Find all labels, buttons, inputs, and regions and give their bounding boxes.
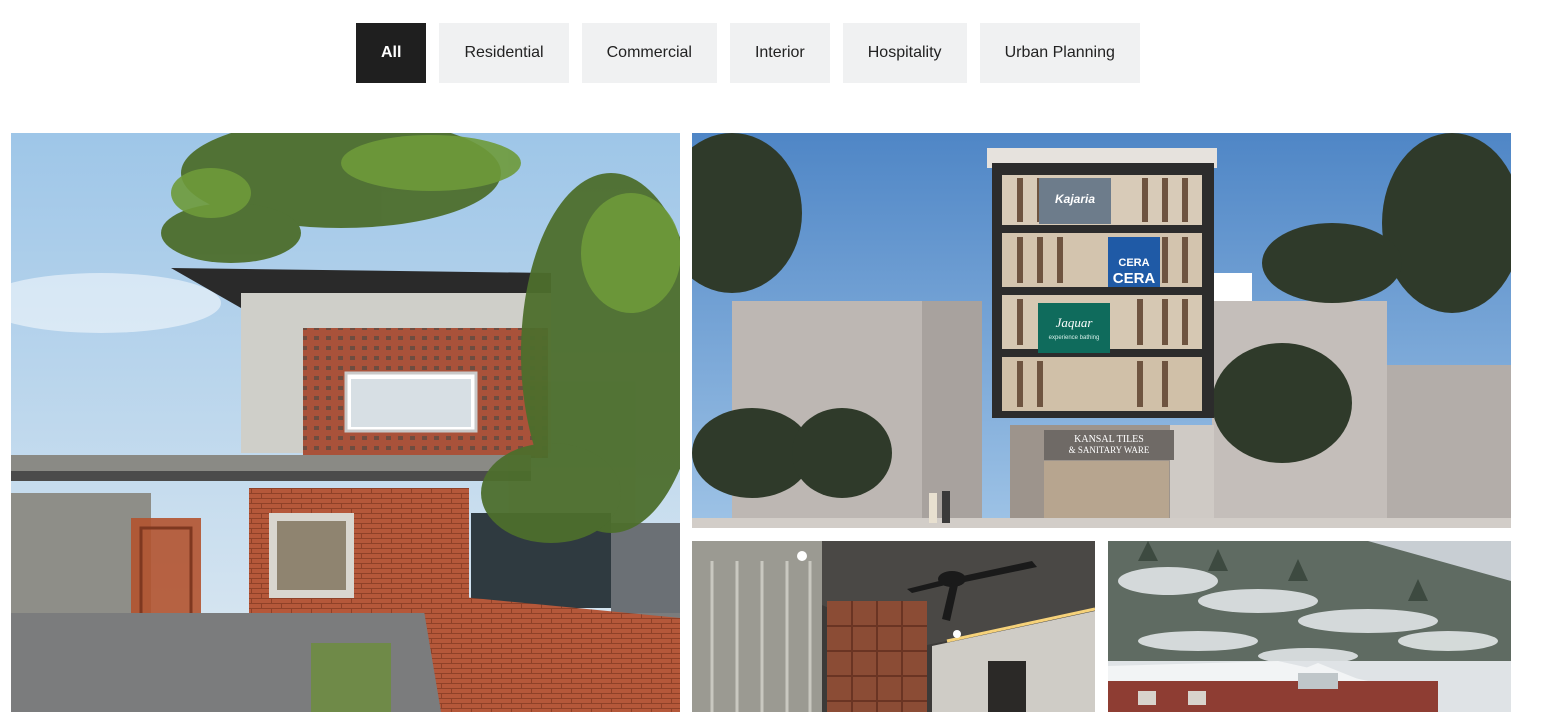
project-tile-residential-brick-house[interactable] [11, 133, 680, 712]
project-tile-interior-bedroom[interactable] [692, 541, 1095, 712]
filter-commercial-button[interactable]: Commercial [581, 23, 717, 83]
interior-photo [692, 541, 1095, 712]
brick-house-photo [11, 133, 680, 712]
filter-hospitality-button[interactable]: Hospitality [842, 23, 967, 83]
cera-sign-text-top: CERA [1118, 257, 1149, 269]
cera-sign-text-bottom: CERA [1113, 270, 1156, 287]
kajaria-sign-text: Kajaria [1055, 192, 1095, 206]
filter-residential-button[interactable]: Residential [439, 23, 569, 83]
shop-name-line-1: KANSAL TILES [1074, 434, 1144, 445]
filter-all-button[interactable]: All [356, 23, 427, 83]
jaquar-sign-text: Jaquar [1056, 315, 1094, 330]
project-tile-hospitality-hill-resort[interactable] [1108, 541, 1511, 712]
portfolio-filter-bar: All Residential Commercial Interior Hosp… [356, 23, 1140, 83]
jaquar-tagline-text: experience bathing [1049, 335, 1100, 341]
showroom-render: Kajaria CERA CERA Jaquar experience bath… [692, 133, 1511, 528]
filter-interior-button[interactable]: Interior [729, 23, 830, 83]
filter-urban-planning-button[interactable]: Urban Planning [979, 23, 1140, 83]
project-tile-commercial-showroom[interactable]: Kajaria CERA CERA Jaquar experience bath… [692, 133, 1511, 528]
shop-name-line-2: & SANITARY WARE [1069, 445, 1150, 455]
snowy-resort-photo [1108, 541, 1511, 712]
